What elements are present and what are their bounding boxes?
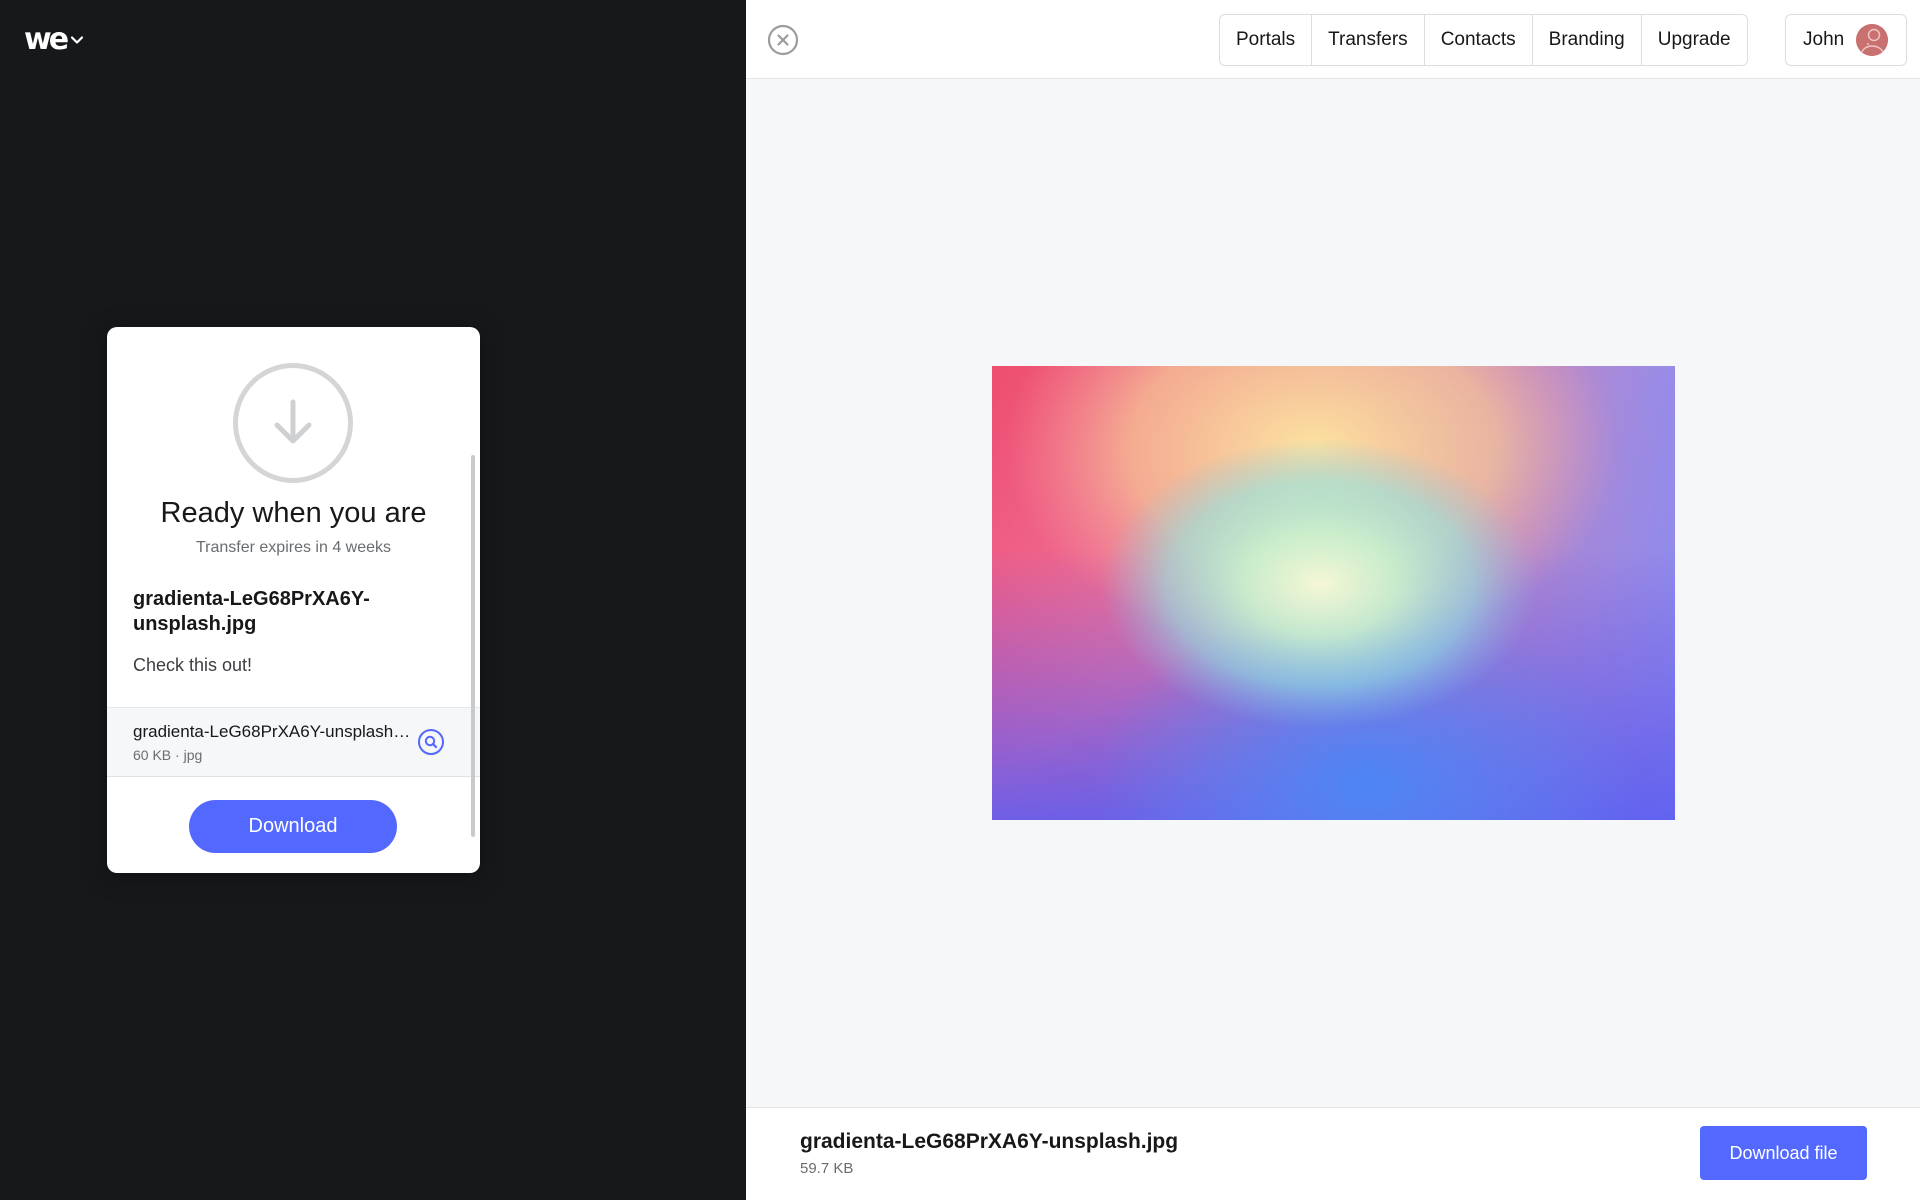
- user-name: John: [1803, 29, 1845, 50]
- nav-menu: Portals Transfers Contacts Branding Upgr…: [1219, 14, 1748, 66]
- chevron-down-icon: [70, 36, 84, 44]
- top-navigation-bar: Portals Transfers Contacts Branding Upgr…: [746, 0, 1920, 79]
- expiry-text: Transfer expires in 4 weeks: [195, 539, 392, 556]
- download-card: Ready when you are Transfer expires in 4…: [107, 327, 480, 873]
- preview-file-name: gradienta-LeG68PrXA6Y-unsplash.jpg: [800, 1130, 1179, 1153]
- nav-portals[interactable]: Portals: [1220, 15, 1313, 65]
- card-title: Ready when you are: [160, 497, 427, 529]
- nav-contacts[interactable]: Contacts: [1425, 15, 1533, 65]
- download-button[interactable]: Download: [189, 800, 397, 853]
- preview-file-size: 59.7 KB: [800, 1160, 854, 1177]
- preview-footer: gradienta-LeG68PrXA6Y-unsplash.jpg 59.7 …: [746, 1107, 1920, 1200]
- preview-search-icon[interactable]: [417, 728, 445, 756]
- nav-branding[interactable]: Branding: [1533, 15, 1642, 65]
- file-meta: 60 KB · jpg: [133, 747, 203, 763]
- download-file-button[interactable]: Download file: [1700, 1126, 1867, 1180]
- transfer-file-title: gradienta-LeG68PrXA6Y-unsplash.jpg: [133, 588, 370, 635]
- transfer-pane: we Ready when you are Transfer expires i…: [0, 0, 746, 1200]
- close-icon[interactable]: [767, 24, 799, 56]
- wetransfer-logo-icon: we: [24, 22, 69, 57]
- transfer-message: Check this out!: [133, 655, 253, 675]
- download-arrow-icon: [233, 363, 353, 483]
- file-list-item[interactable]: gradienta-LeG68PrXA6Y-unsplash.jpg 60 KB…: [107, 707, 480, 777]
- card-scrollbar[interactable]: [471, 455, 475, 837]
- file-name: gradienta-LeG68PrXA6Y-unsplash.jpg: [133, 722, 413, 741]
- logo-menu-button[interactable]: we: [24, 22, 84, 58]
- avatar: [1856, 24, 1889, 56]
- nav-upgrade[interactable]: Upgrade: [1642, 15, 1747, 65]
- user-menu-button[interactable]: John: [1785, 14, 1907, 66]
- nav-transfers[interactable]: Transfers: [1312, 15, 1425, 65]
- preview-pane: Portals Transfers Contacts Branding Upgr…: [746, 0, 1920, 1200]
- image-preview: [992, 366, 1675, 820]
